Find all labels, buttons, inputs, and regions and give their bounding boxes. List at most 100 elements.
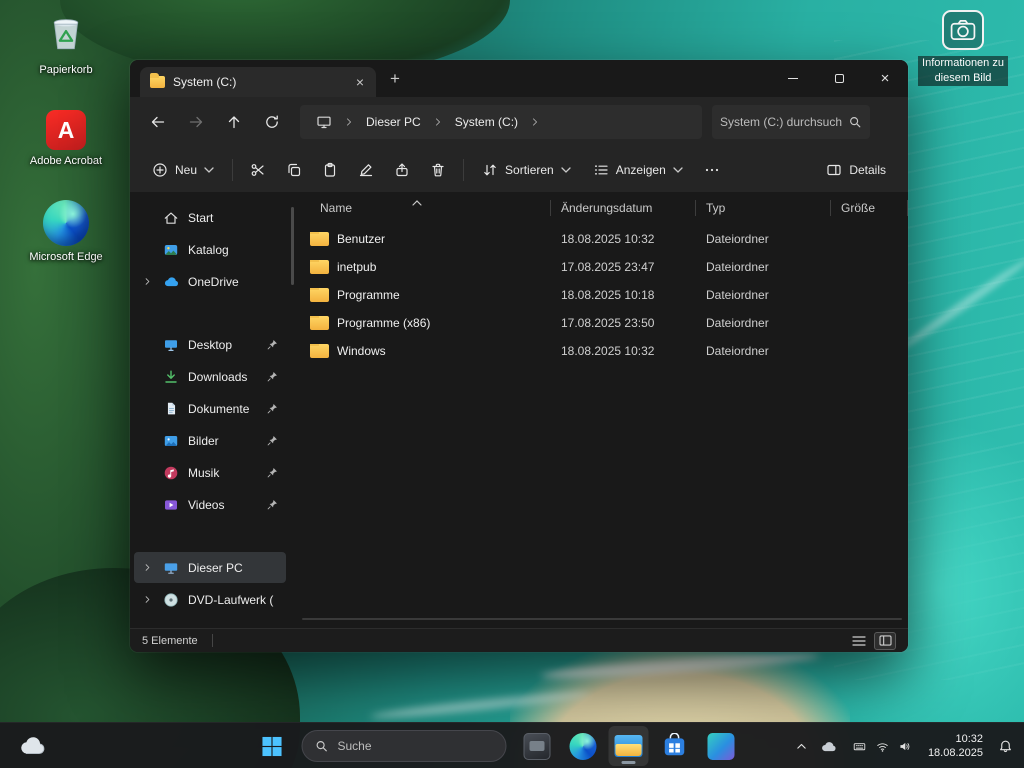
breadcrumb-this-pc[interactable]: Dieser PC xyxy=(358,109,429,135)
sidebar-item-bilder[interactable]: Bilder xyxy=(134,425,286,456)
documents-icon xyxy=(162,400,180,418)
task-view-button[interactable] xyxy=(517,726,557,766)
taskbar-search[interactable] xyxy=(301,730,507,762)
details-pane-button[interactable]: Details xyxy=(816,153,896,187)
toolbar-divider xyxy=(463,158,465,181)
image-info-button[interactable]: Informationen zu diesem Bild xyxy=(918,10,1008,86)
titlebar[interactable]: System (C:) × + × xyxy=(130,60,908,97)
clock-date: 18.08.2025 xyxy=(927,747,983,759)
notifications-button[interactable] xyxy=(993,728,1018,764)
paste-button[interactable] xyxy=(313,153,347,187)
details-view-button[interactable] xyxy=(874,631,896,650)
system-tray[interactable] xyxy=(845,740,918,753)
sidebar-item-videos[interactable]: Videos xyxy=(134,489,286,520)
sidebar-item-dvd-laufwerk[interactable]: DVD-Laufwerk ( xyxy=(134,584,286,615)
sidebar-item-desktop[interactable]: Desktop xyxy=(134,329,286,360)
gallery-icon xyxy=(162,241,180,259)
column-header-date[interactable]: Änderungsdatum xyxy=(551,195,696,221)
widgets-button[interactable] xyxy=(12,723,54,768)
column-header-size[interactable]: Größe xyxy=(831,195,908,221)
status-divider xyxy=(211,634,213,647)
copy-button[interactable] xyxy=(277,153,311,187)
column-header-name[interactable]: Name xyxy=(296,195,551,221)
share-button[interactable] xyxy=(385,153,419,187)
address-bar: Dieser PC System (C:) xyxy=(130,97,908,147)
explorer-search-input[interactable] xyxy=(720,115,842,129)
sidebar-item-label: Start xyxy=(188,210,214,225)
sidebar-item-start[interactable]: Start xyxy=(134,202,286,233)
sidebar-item-dieser-pc[interactable]: Dieser PC xyxy=(134,552,286,583)
more-button[interactable] xyxy=(695,153,729,187)
refresh-button[interactable] xyxy=(254,106,290,138)
chevron-down-icon xyxy=(561,166,571,173)
file-explorer-taskbar-button[interactable] xyxy=(608,726,649,766)
rename-button[interactable] xyxy=(349,153,383,187)
file-type: Dateiordner xyxy=(706,316,769,330)
taskbar-search-input[interactable] xyxy=(337,739,494,753)
delete-button[interactable] xyxy=(421,153,455,187)
explorer-tab[interactable]: System (C:) × xyxy=(140,67,376,97)
explorer-search[interactable] xyxy=(712,105,870,139)
desktop-icon-recycle-bin[interactable]: Papierkorb xyxy=(22,10,110,77)
sort-button[interactable]: Sortieren xyxy=(472,153,581,187)
sidebar-item-downloads[interactable]: Downloads xyxy=(134,361,286,392)
edge-taskbar-button[interactable] xyxy=(563,726,603,766)
pin-icon xyxy=(267,467,278,478)
show-hidden-icons-button[interactable] xyxy=(790,728,813,764)
camera-icon xyxy=(942,10,984,50)
sidebar-item-dokumente[interactable]: Dokumente xyxy=(134,393,286,424)
sidebar-item-katalog[interactable]: Katalog xyxy=(134,234,286,265)
close-button[interactable]: × xyxy=(862,60,908,97)
folder-icon xyxy=(150,73,165,88)
new-tab-button[interactable]: + xyxy=(382,66,408,92)
maximize-button[interactable] xyxy=(816,60,862,97)
breadcrumb-system-c[interactable]: System (C:) xyxy=(447,109,526,135)
adobe-acrobat-icon: A xyxy=(46,110,86,150)
onedrive-tray-button[interactable] xyxy=(815,728,843,764)
list-view-button[interactable] xyxy=(848,632,870,650)
folder-icon xyxy=(310,344,329,358)
tab-close-button[interactable]: × xyxy=(350,72,370,92)
desktop-icon-label: Adobe Acrobat xyxy=(29,155,103,167)
table-row[interactable]: inetpub 17.08.2025 23:47 Dateiordner xyxy=(296,253,908,281)
table-row[interactable]: Programme 18.08.2025 10:18 Dateiordner xyxy=(296,281,908,309)
desktop-icon-microsoft-edge[interactable]: Microsoft Edge xyxy=(22,200,110,264)
desktop-icon-adobe-acrobat[interactable]: A Adobe Acrobat xyxy=(22,110,110,168)
table-row[interactable]: Windows 18.08.2025 10:32 Dateiordner xyxy=(296,337,908,365)
image-info-label: Informationen zu diesem Bild xyxy=(918,56,1008,86)
sidebar-scrollbar[interactable] xyxy=(291,207,294,285)
up-button[interactable] xyxy=(216,106,252,138)
column-header-type[interactable]: Typ xyxy=(696,195,831,221)
task-view-icon xyxy=(523,732,550,760)
sidebar-item-onedrive[interactable]: OneDrive xyxy=(134,266,286,297)
sidebar-item-musik[interactable]: Musik xyxy=(134,457,286,488)
horizontal-scrollbar[interactable] xyxy=(302,618,902,620)
chevron-right-icon[interactable] xyxy=(138,563,156,572)
scissors-icon xyxy=(251,163,264,176)
file-date: 18.08.2025 10:32 xyxy=(561,344,655,358)
minimize-button[interactable] xyxy=(770,60,816,97)
this-pc-icon[interactable] xyxy=(308,109,340,135)
details-pane-icon xyxy=(827,164,841,175)
screen: Papierkorb A Adobe Acrobat Microsoft Edg… xyxy=(0,0,1024,768)
back-button[interactable] xyxy=(140,106,176,138)
view-button[interactable]: Anzeigen xyxy=(583,153,693,187)
view-list-icon xyxy=(594,164,608,175)
recycle-bin-icon xyxy=(45,10,87,59)
minimize-icon xyxy=(788,78,798,79)
taskbar-clock[interactable]: 10:32 18.08.2025 xyxy=(920,732,991,760)
table-row[interactable]: Programme (x86) 17.08.2025 23:50 Dateior… xyxy=(296,309,908,337)
cut-button[interactable] xyxy=(241,153,275,187)
folder-icon xyxy=(310,316,329,330)
chevron-right-icon[interactable] xyxy=(138,277,156,286)
forward-button[interactable] xyxy=(178,106,214,138)
pin-icon xyxy=(267,371,278,382)
command-bar: Neu Sortieren Anzeigen Details xyxy=(130,147,908,193)
table-row[interactable]: Benutzer 18.08.2025 10:32 Dateiordner xyxy=(296,225,908,253)
chevron-right-icon[interactable] xyxy=(138,595,156,604)
start-button[interactable] xyxy=(252,726,292,766)
pinned-app-button[interactable] xyxy=(701,726,741,766)
new-button[interactable]: Neu xyxy=(142,153,224,187)
store-taskbar-button[interactable] xyxy=(655,726,695,766)
